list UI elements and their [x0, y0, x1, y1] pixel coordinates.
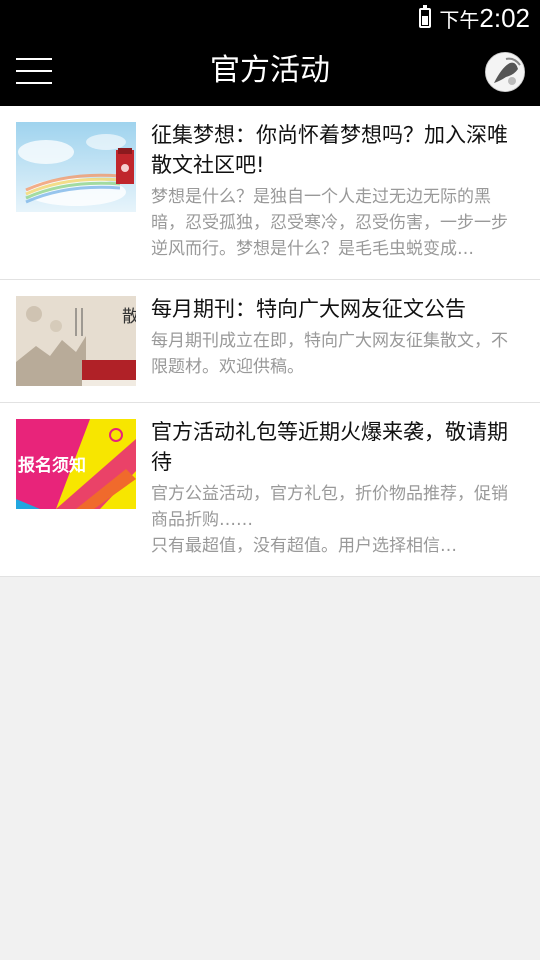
clock-time: 2:02 [479, 2, 530, 33]
essay-collection-thumbnail: 散文集 [16, 296, 136, 386]
article-title[interactable]: 征集梦想：你尚怀着梦想吗？加入深唯散文社区吧! [151, 120, 514, 180]
article-title[interactable]: 每月期刊：特向广大网友征文公告 [151, 294, 514, 324]
app-bar: 官方活动 [0, 36, 540, 106]
essay-collection-thumb-text: 散文集 [122, 307, 136, 327]
status-right: 下午 2:02 [419, 2, 530, 34]
article-text: 征集梦想：你尚怀着梦想吗？加入深唯散文社区吧! 梦想是什么？是独自一个人走过无边… [151, 120, 514, 262]
article-summary: 梦想是什么？是独自一个人走过无边无际的黑暗，忍受孤独，忍受寒冷，忍受伤害，一步一… [151, 187, 508, 259]
article-summary: 官方公益活动，官方礼包，折价物品推荐，促销商品折购…… 只有最超值，没有超值。用… [151, 484, 508, 556]
avatar[interactable] [485, 52, 525, 92]
page-title: 官方活动 [210, 53, 330, 88]
clock: 下午 2:02 [439, 3, 530, 34]
article-text: 官方活动礼包等近期火爆来袭，敬请期待 官方公益活动，官方礼包，折价物品推荐，促销… [151, 417, 514, 559]
battery-icon [419, 5, 432, 28]
list-item[interactable]: 征集梦想：你尚怀着梦想吗？加入深唯散文社区吧! 梦想是什么？是独自一个人走过无边… [0, 106, 540, 280]
dream-poster-thumbnail [16, 122, 136, 212]
status-bar: 下午 2:02 [0, 0, 540, 36]
article-list: 征集梦想：你尚怀着梦想吗？加入深唯散文社区吧! 梦想是什么？是独自一个人走过无边… [0, 106, 540, 577]
article-summary: 每月期刊成立在即，特向广大网友征集散文，不限题材。欢迎供稿。 [151, 331, 508, 377]
list-item[interactable]: 散文集 每月期刊：特向广大网友征文公告 每月期刊成立在即，特向广大网友征集散文，… [0, 280, 540, 403]
article-title[interactable]: 官方活动礼包等近期火爆来袭，敬请期待 [151, 417, 514, 477]
signup-notice-thumbnail: 报名须知 [16, 419, 136, 509]
avatar-image-icon [486, 53, 524, 91]
clock-period: 下午 [439, 7, 480, 32]
signup-notice-thumb-text: 报名须知 [18, 455, 86, 476]
article-text: 每月期刊：特向广大网友征文公告 每月期刊成立在即，特向广大网友征集散文，不限题材… [151, 294, 514, 380]
list-item[interactable]: 报名须知 官方活动礼包等近期火爆来袭，敬请期待 官方公益活动，官方礼包，折价物品… [0, 403, 540, 577]
